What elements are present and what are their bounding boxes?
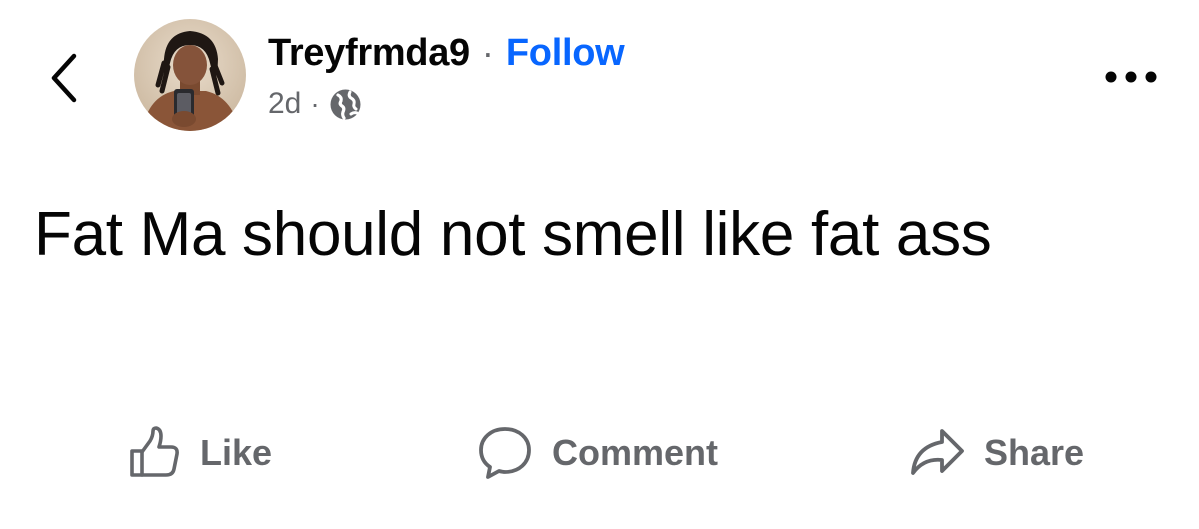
- share-button[interactable]: Share: [908, 422, 1084, 484]
- author-name[interactable]: Treyfrmda9: [268, 32, 470, 75]
- more-horizontal-icon: [1105, 71, 1157, 83]
- post-meta: 2d ·: [268, 82, 362, 126]
- like-button[interactable]: Like: [126, 422, 272, 484]
- post-text: Fat Ma should not smell like fat ass: [34, 200, 992, 269]
- like-label: Like: [200, 432, 273, 473]
- more-options-button[interactable]: [1100, 60, 1162, 94]
- comment-icon: [476, 424, 534, 482]
- follow-button[interactable]: Follow: [506, 32, 625, 75]
- post-timestamp[interactable]: 2d: [268, 87, 301, 121]
- header-separator: ·: [481, 32, 494, 73]
- globe-icon: [329, 88, 362, 121]
- chevron-left-icon: [51, 53, 77, 103]
- back-button[interactable]: [44, 50, 88, 106]
- post-header: Treyfrmda9 · Follow: [268, 28, 625, 78]
- share-arrow-icon: [908, 425, 966, 481]
- comment-button[interactable]: Comment: [476, 422, 718, 484]
- meta-separator: ·: [310, 88, 320, 119]
- avatar[interactable]: [134, 19, 246, 131]
- thumbs-up-icon: [126, 425, 182, 481]
- share-label: Share: [984, 432, 1085, 473]
- comment-label: Comment: [552, 432, 719, 473]
